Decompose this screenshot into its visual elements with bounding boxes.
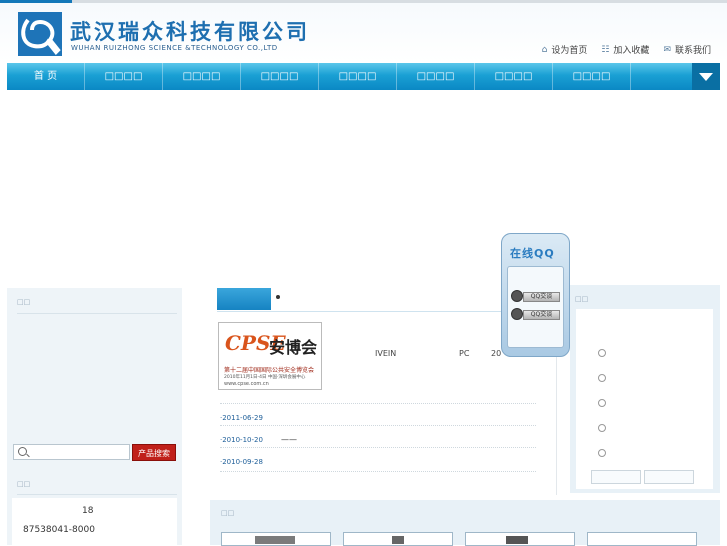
site-header: 武汉瑞众科技有限公司 WUHAN RUIZHONG SCIENCE &TECHN… [0, 3, 727, 62]
news-date[interactable]: ·2011-06-29 [220, 414, 263, 422]
featured-news-image[interactable]: CPSE 安博会 第十二届中国国际公共安全博览会 2010年11月1日-4日 中… [218, 322, 322, 390]
nav-item-3[interactable]: □□□□ [163, 63, 241, 90]
qq-widget-title: 在线QQ [510, 247, 555, 260]
add-favorite-label: 加入收藏 [613, 46, 650, 56]
product-thumbnail [506, 536, 528, 544]
product-thumbnail [392, 536, 404, 544]
chevron-down-icon [699, 72, 713, 81]
product-card[interactable] [343, 532, 453, 546]
home-icon: ⌂ [541, 44, 548, 55]
product-card[interactable] [465, 532, 575, 546]
featured-text-a: IVEIN [375, 349, 397, 358]
divider [17, 494, 177, 495]
nav-item-6[interactable]: □□□□ [397, 63, 475, 90]
poll-view-button[interactable] [644, 470, 694, 484]
contact-us-link[interactable]: ✉ 联系我们 [663, 43, 711, 57]
online-qq-widget: 在线QQ QQ交谈 QQ交谈 [501, 233, 570, 357]
set-homepage-link[interactable]: ⌂ 设为首页 [541, 43, 588, 57]
mail-icon: ✉ [663, 44, 671, 55]
sidebar-title-2: □□ [17, 480, 31, 488]
qq-chat-label: QQ交谈 [523, 292, 560, 302]
left-sidebar: □□ 产品搜索 □□ 18 87538041-8000 [7, 288, 182, 545]
contact-card: 18 87538041-8000 [12, 498, 177, 545]
product-search-button[interactable]: 产品搜索 [132, 444, 176, 461]
cpse-cn-title: 安博会 [269, 338, 318, 357]
company-name-cn: 武汉瑞众科技有限公司 [70, 20, 310, 44]
nav-item-2[interactable]: □□□□ [85, 63, 163, 90]
news-date[interactable]: ·2010-10-20 [220, 436, 263, 444]
nav-item-4[interactable]: □□□□ [241, 63, 319, 90]
add-favorite-link[interactable]: ☷ 加入收藏 [601, 43, 650, 57]
featured-text-b: PC [459, 349, 470, 358]
qq-chat-label: QQ交谈 [523, 310, 560, 320]
news-panel: CPSE 安博会 第十二届中国国际公共安全博览会 2010年11月1日-4日 中… [210, 285, 550, 490]
divider [217, 311, 547, 312]
news-date[interactable]: ·2010-09-28 [220, 458, 263, 466]
contact-phone: 87538041-8000 [23, 525, 95, 535]
sidebar-title-1: □□ [17, 298, 31, 306]
contact-us-label: 联系我们 [674, 46, 711, 56]
nav-item-5[interactable]: □□□□ [319, 63, 397, 90]
cpse-url: www.cpse.com.cn [224, 381, 269, 387]
qq-chat-button[interactable]: QQ交谈 [511, 308, 561, 323]
contact-number: 18 [82, 506, 94, 516]
poll-radio[interactable] [598, 349, 606, 357]
cpse-expo-line: 第十二届中国国际公共安全博览会 [224, 367, 315, 374]
poll-vote-button[interactable] [591, 470, 641, 484]
penguin-icon [511, 290, 523, 302]
news-row[interactable]: ·2010-09-28 [220, 447, 536, 469]
news-row[interactable]: ·2011-06-29 [220, 403, 536, 425]
news-title[interactable]: —— [281, 435, 297, 444]
header-links: ⌂ 设为首页 ☷ 加入收藏 ✉ 联系我们 [541, 43, 711, 57]
divider [17, 313, 177, 314]
poll-box [576, 309, 713, 489]
products-panel: □□ [210, 500, 720, 546]
products-title: □□ [221, 509, 235, 517]
cpse-expo-sub: 2010年11月1日-4日 中国·深圳会展中心 [224, 375, 306, 380]
favorites-icon: ☷ [601, 44, 610, 55]
penguin-icon [511, 308, 523, 320]
poll-radio[interactable] [598, 449, 606, 457]
product-card[interactable] [587, 532, 697, 546]
company-logo-icon[interactable] [18, 12, 62, 56]
set-homepage-label: 设为首页 [551, 46, 588, 56]
news-list: ·2011-06-29 ·2010-10-20 —— ·2010-09-28 [220, 403, 536, 469]
poll-radio[interactable] [598, 399, 606, 407]
poll-radio[interactable] [598, 374, 606, 382]
nav-item-home[interactable]: 首 页 [7, 63, 85, 90]
right-panel-title: □□ [575, 295, 589, 303]
bullet-dot [276, 295, 280, 299]
product-thumbnail [255, 536, 295, 544]
main-nav: 首 页 □□□□ □□□□ □□□□ □□□□ □□□□ □□□□ □□□□ [7, 63, 720, 90]
product-search-input[interactable] [13, 444, 130, 460]
poll-radio[interactable] [598, 424, 606, 432]
right-panel: □□ [570, 285, 720, 493]
news-row[interactable]: ·2010-10-20 —— [220, 425, 536, 447]
news-tab[interactable] [217, 288, 271, 310]
search-icon [18, 447, 27, 456]
nav-dropdown-button[interactable] [692, 63, 720, 90]
qq-chat-button[interactable]: QQ交谈 [511, 290, 561, 305]
nav-item-7[interactable]: □□□□ [475, 63, 553, 90]
company-name-en: WUHAN RUIZHONG SCIENCE &TECHNOLOGY CO.,L… [71, 44, 278, 52]
divider [220, 471, 536, 472]
product-card[interactable] [221, 532, 331, 546]
nav-item-8[interactable]: □□□□ [553, 63, 631, 90]
featured-text-c: 20 [491, 349, 502, 358]
qq-widget-panel [507, 266, 564, 348]
